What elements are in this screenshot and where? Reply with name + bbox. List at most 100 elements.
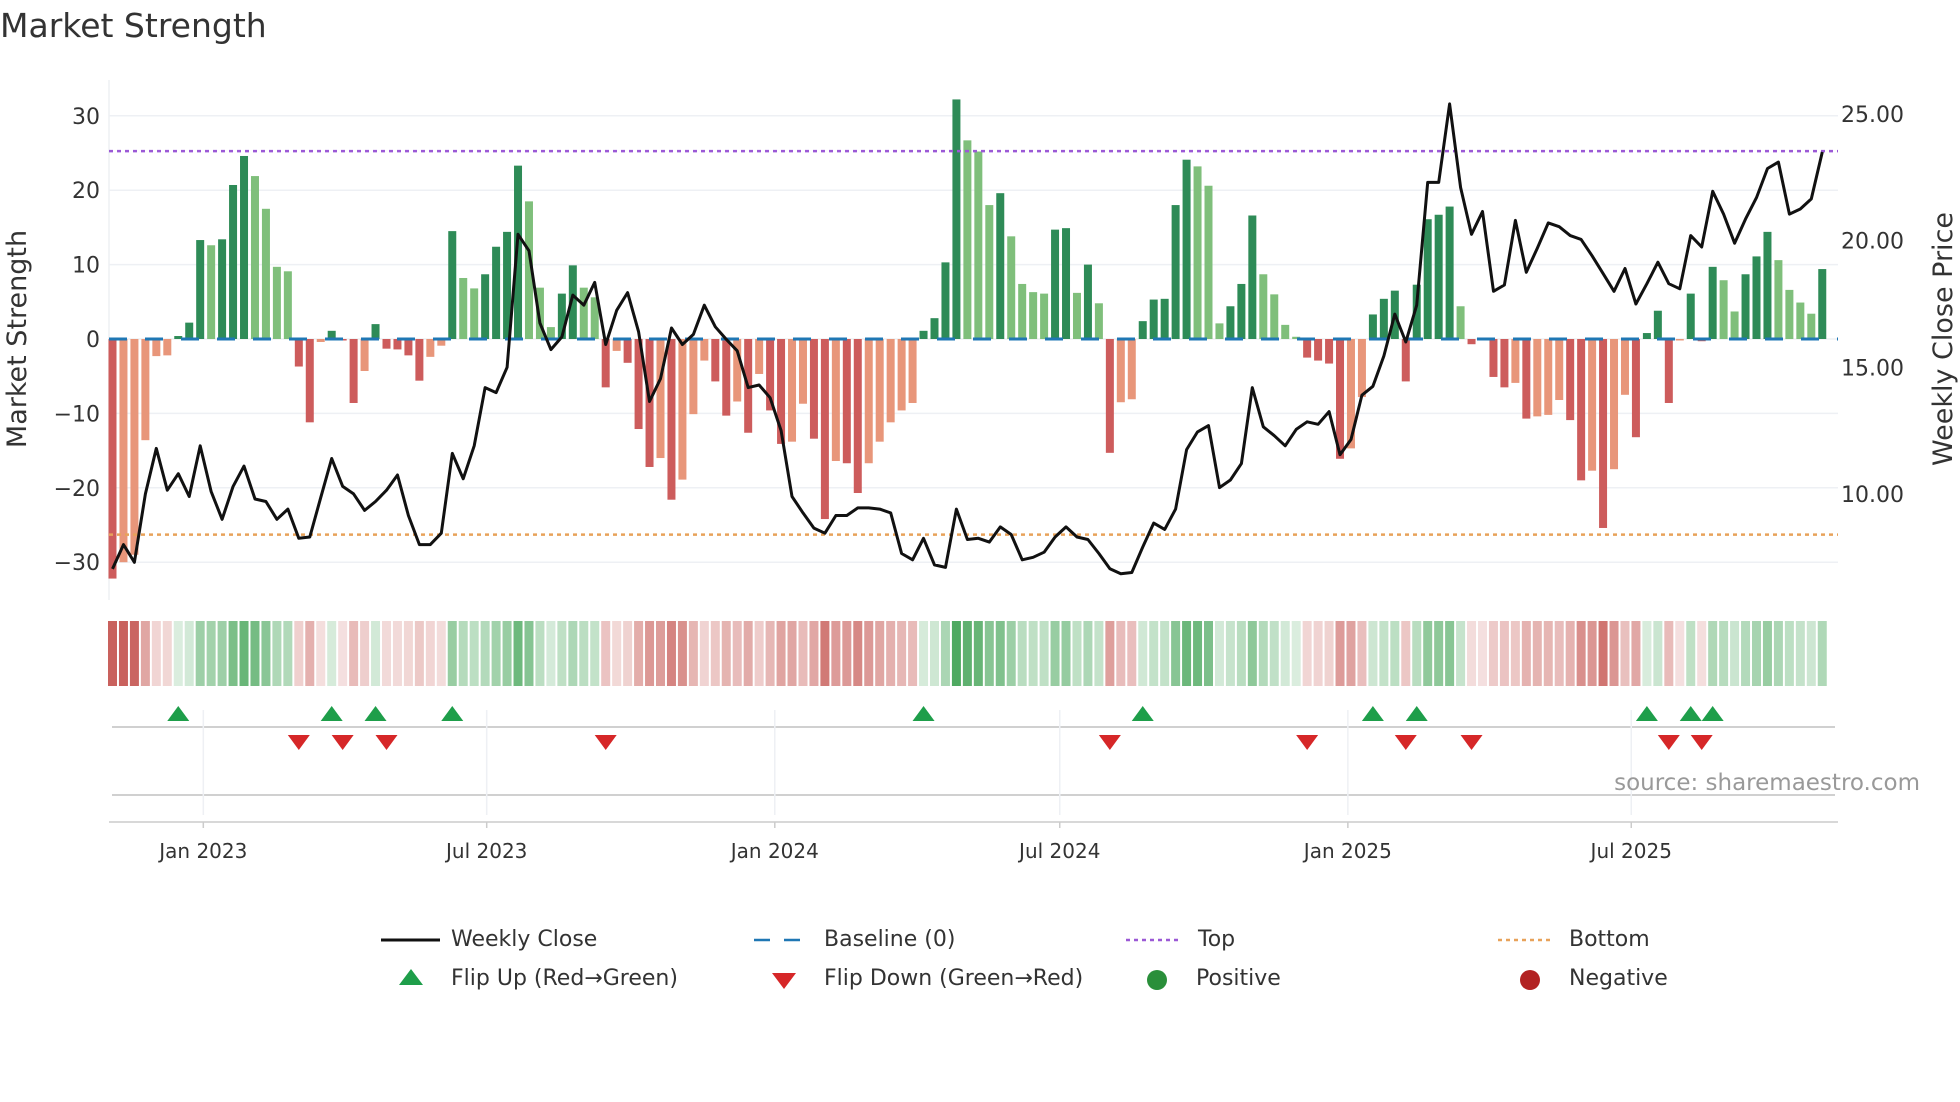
strength-bar <box>1018 283 1027 339</box>
heat-cell <box>568 621 578 686</box>
heat-cell <box>1401 621 1411 686</box>
strength-bar <box>1642 333 1651 339</box>
strength-bar <box>1467 339 1476 345</box>
legend-baseline: Baseline (0) <box>824 927 956 952</box>
heat-cell <box>1390 621 1400 686</box>
heat-cell <box>798 621 808 686</box>
heat-cell <box>842 621 852 686</box>
flip-up-marker <box>912 706 935 721</box>
heat-cell <box>1467 621 1477 686</box>
negative-dot-icon <box>1520 970 1540 990</box>
heat-cell <box>1379 621 1389 686</box>
heat-cell <box>1160 621 1170 686</box>
heat-cell <box>535 621 545 686</box>
heat-cell <box>831 621 841 686</box>
strength-bar <box>261 208 270 339</box>
strength-bar <box>1719 280 1728 339</box>
strength-bar <box>755 339 764 374</box>
heat-cell <box>1587 621 1597 686</box>
heat-cell <box>1752 621 1761 686</box>
x-tick-label: Jan 2024 <box>729 839 819 863</box>
strength-bar <box>809 339 818 439</box>
heat-cell <box>469 621 479 686</box>
strength-bar <box>1204 185 1213 339</box>
strength-bar <box>1379 298 1388 339</box>
heat-cell <box>403 621 413 686</box>
strength-bar <box>119 339 128 563</box>
heat-cell <box>371 621 381 686</box>
strength-bar <box>1149 299 1158 339</box>
strength-bar <box>788 339 797 442</box>
heat-cell <box>1806 621 1816 686</box>
heat-cell <box>217 621 227 686</box>
heat-cell <box>162 621 172 686</box>
strength-bar <box>1631 339 1640 438</box>
heat-cell <box>1817 621 1827 686</box>
heat-cell <box>1445 621 1455 686</box>
strength-bar <box>1599 339 1608 528</box>
heat-cell <box>1675 621 1685 686</box>
strength-bar <box>908 339 917 403</box>
y-tick-label: 0 <box>86 328 100 353</box>
strength-bar <box>1182 159 1191 339</box>
heat-cell <box>765 621 775 686</box>
y2-tick-label: 10.00 <box>1841 483 1904 508</box>
heat-cell <box>1149 621 1159 686</box>
heat-cell <box>710 621 720 686</box>
flip-down-marker <box>331 735 354 750</box>
flip-up-marker <box>364 706 387 721</box>
flip-up-marker <box>1635 706 1658 721</box>
heat-cell <box>480 621 490 686</box>
flip-up-marker <box>441 706 464 721</box>
strength-bar <box>579 287 588 339</box>
strength-bar <box>1062 228 1071 339</box>
strength-bar <box>1500 339 1509 388</box>
strength-bar <box>272 266 281 339</box>
heat-cell <box>1762 621 1772 686</box>
heat-cell <box>1291 621 1301 686</box>
y-tick-label: −20 <box>54 477 100 502</box>
heat-cell <box>875 621 885 686</box>
strength-bar <box>1193 166 1202 339</box>
heat-cell <box>1543 621 1553 686</box>
legend-flip-down: Flip Down (Green→Red) <box>824 966 1084 991</box>
heat-cell <box>491 621 501 686</box>
strength-bar <box>1127 339 1136 400</box>
heat-cell <box>140 621 150 686</box>
strength-bar <box>853 339 862 494</box>
strength-bar <box>382 339 391 349</box>
heat-cell <box>392 621 402 686</box>
strength-bar <box>1807 313 1816 339</box>
strength-bar <box>1051 229 1060 339</box>
strength-bar <box>1664 339 1673 403</box>
heat-cell <box>1576 621 1586 686</box>
strength-bar <box>700 339 709 361</box>
heat-cell <box>1510 621 1520 686</box>
heat-cell <box>436 621 446 686</box>
heat-cell <box>1258 621 1268 686</box>
strength-bar <box>1007 236 1016 339</box>
heat-cell <box>184 621 194 686</box>
y-tick-label: 10 <box>72 254 100 279</box>
strength-bar <box>1138 321 1147 339</box>
y2-axis-title: Weekly Close Price <box>1928 212 1959 466</box>
strength-bar <box>207 245 216 339</box>
heat-cell <box>1642 621 1652 686</box>
x-tick-label: Jan 2023 <box>157 839 247 863</box>
flip-up-marker <box>320 706 343 721</box>
strength-bar <box>1818 269 1827 339</box>
heat-cell <box>787 621 797 686</box>
strength-bar <box>349 339 358 403</box>
strength-bar <box>1555 339 1564 401</box>
strength-bar <box>1686 293 1695 339</box>
heat-cell <box>195 621 205 686</box>
heat-cell <box>634 621 644 686</box>
heat-cell <box>776 621 786 686</box>
strength-bar <box>842 339 851 464</box>
legend-bottom-swatch <box>1498 938 1553 942</box>
heat-cell <box>1204 621 1213 686</box>
strength-bar <box>996 193 1005 339</box>
strength-bar <box>897 339 906 411</box>
y-tick-label: 20 <box>72 179 100 204</box>
y2-tick-label: 25.00 <box>1841 103 1904 128</box>
